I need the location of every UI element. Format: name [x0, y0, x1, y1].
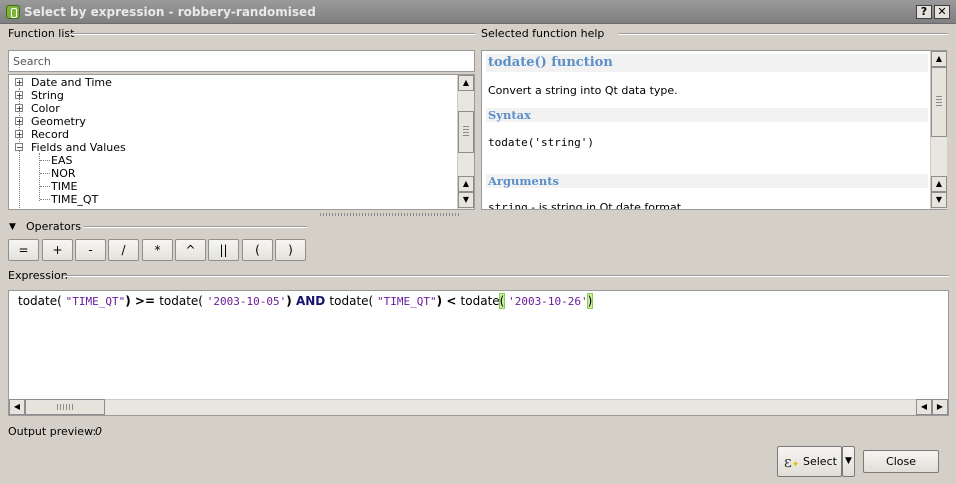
help-description: Convert a string into Qt data type.: [488, 84, 678, 97]
scroll-right-icon[interactable]: ▶: [932, 399, 948, 415]
divider: [63, 275, 949, 277]
expression-token: ): [586, 293, 594, 309]
tree-field-eas[interactable]: EAS: [51, 154, 72, 167]
expression-token: AND: [295, 294, 330, 308]
dropdown-arrow-icon[interactable]: ▼: [842, 446, 855, 477]
function-tree[interactable]: + Date and Time + String + Color + Geome…: [8, 74, 475, 210]
splitter-handle[interactable]: [320, 213, 460, 216]
argument-name: string: [488, 201, 528, 210]
argument-desc: - is string in Qt date format: [527, 201, 682, 210]
divider: [84, 226, 307, 228]
function-list-label: Function list: [8, 27, 75, 40]
divider: [69, 33, 475, 35]
argument-row: string - is string in Qt date format: [488, 201, 682, 210]
tree-field-time-qt[interactable]: TIME_QT: [51, 193, 98, 206]
expression-editor[interactable]: todate( "TIME_QT") >= todate( '2003-10-0…: [8, 290, 949, 416]
output-preview-value: 0: [95, 425, 102, 438]
search-input[interactable]: [8, 50, 475, 72]
expression-token: ): [125, 294, 135, 308]
window-title: Select by expression - robbery-randomise…: [24, 5, 316, 19]
expand-icon[interactable]: +: [15, 130, 23, 139]
expression-token: <: [446, 294, 461, 308]
select-button[interactable]: ε✦ Select: [777, 446, 842, 477]
help-title: todate() function: [486, 54, 928, 72]
operator-open-paren-button[interactable]: (: [242, 239, 273, 261]
expand-icon[interactable]: +: [15, 117, 23, 126]
expression-token: ): [436, 294, 447, 308]
tree-field-time[interactable]: TIME: [51, 180, 77, 193]
expression-token: todate(: [329, 294, 378, 308]
close-button[interactable]: Close: [863, 450, 939, 473]
select-button-label: Select: [803, 455, 837, 468]
expression-token: "TIME_QT": [65, 295, 126, 308]
scroll-up-icon[interactable]: ▲: [931, 51, 947, 67]
expression-token: >=: [134, 294, 160, 308]
divider: [618, 33, 948, 35]
operator-plus-button[interactable]: +: [42, 239, 73, 261]
close-window-button[interactable]: ✕: [934, 5, 950, 19]
arguments-heading: Arguments: [486, 174, 928, 188]
scroll-left-icon[interactable]: ◀: [916, 399, 932, 415]
scroll-down-icon[interactable]: ▼: [458, 192, 474, 208]
collapse-arrow-icon[interactable]: ▼: [9, 222, 16, 232]
operators-label: Operators: [26, 220, 81, 233]
operator-equals-button[interactable]: =: [8, 239, 39, 261]
syntax-heading: Syntax: [486, 108, 928, 122]
operator-close-paren-button[interactable]: ): [275, 239, 306, 261]
expression-token: '2003-10-26': [508, 295, 588, 308]
scroll-down-icon[interactable]: ▼: [931, 192, 947, 208]
operator-multiply-button[interactable]: *: [142, 239, 173, 261]
expression-hscrollbar[interactable]: [9, 399, 948, 415]
scroll-up-icon[interactable]: ▲: [931, 176, 947, 192]
output-preview-label: Output preview:: [8, 425, 97, 438]
expand-icon[interactable]: +: [15, 104, 23, 113]
expression-token: ): [286, 294, 296, 308]
operator-minus-button[interactable]: -: [75, 239, 106, 261]
operator-power-button[interactable]: ^: [175, 239, 206, 261]
expression-token: '2003-10-05': [206, 295, 287, 308]
expand-icon[interactable]: +: [15, 78, 23, 87]
expand-icon[interactable]: +: [15, 91, 23, 100]
qgis-icon: [6, 5, 20, 19]
expression-token: "TIME_QT": [377, 295, 437, 308]
scroll-up-icon[interactable]: ▲: [458, 75, 474, 91]
operator-divide-button[interactable]: /: [108, 239, 139, 261]
expression-token: todate(: [18, 294, 66, 308]
collapse-icon[interactable]: −: [15, 143, 23, 152]
operator-concat-button[interactable]: ||: [208, 239, 239, 261]
expression-scroll-thumb[interactable]: [25, 399, 105, 415]
syntax-text: todate('string'): [488, 136, 594, 149]
scroll-up-icon[interactable]: ▲: [458, 176, 474, 192]
help-panel: todate() function Convert a string into …: [481, 50, 947, 210]
expression-text[interactable]: todate( "TIME_QT") >= todate( '2003-10-0…: [18, 293, 594, 309]
expression-label: Expression: [8, 269, 68, 282]
help-scroll-thumb[interactable]: [931, 67, 947, 137]
help-button[interactable]: ?: [916, 5, 932, 19]
scroll-left-icon[interactable]: ◀: [9, 399, 25, 415]
expression-token: todate(: [159, 294, 207, 308]
expression-icon: ε✦: [784, 453, 800, 471]
expression-token: todate: [460, 294, 500, 308]
help-label: Selected function help: [481, 27, 605, 40]
tree-field-nor[interactable]: NOR: [51, 167, 76, 180]
tree-scroll-thumb[interactable]: [458, 111, 474, 153]
